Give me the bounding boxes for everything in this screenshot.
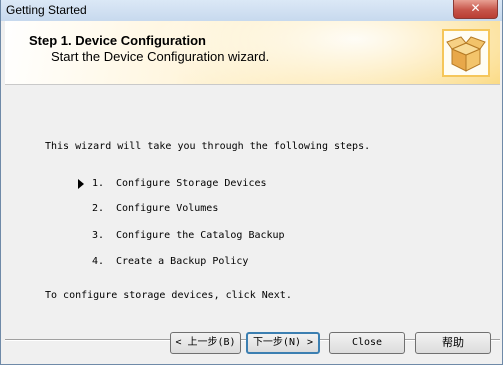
step-item: 3. Configure the Catalog Backup (92, 230, 285, 241)
package-box-icon (442, 29, 490, 77)
wizard-client-area: Step 1. Device Configuration Start the D… (5, 21, 500, 361)
window-close-button[interactable]: ✕ (453, 0, 498, 19)
step-item: 1. Configure Storage Devices (92, 178, 267, 189)
step-subtitle: Start the Device Configuration wizard. (51, 49, 270, 64)
back-button[interactable]: < 上一步(B) (170, 332, 241, 354)
close-icon: ✕ (470, 1, 481, 15)
window-title: Getting Started (6, 3, 87, 17)
step-label: Create a Backup Policy (116, 256, 249, 267)
help-button[interactable]: 帮助 (415, 332, 491, 354)
close-button[interactable]: Close (329, 332, 405, 354)
current-step-arrow-icon (78, 179, 84, 189)
next-button[interactable]: 下一步(N) > (246, 332, 320, 354)
wizard-header: Step 1. Device Configuration Start the D… (5, 21, 500, 85)
step-label: Configure Volumes (116, 203, 219, 214)
title-bar: Getting Started ✕ (1, 0, 502, 21)
step-item: 2. Configure Volumes (92, 203, 219, 214)
wizard-window: Getting Started ✕ Step 1. Device Configu… (0, 0, 503, 365)
step-item: 4. Create a Backup Policy (92, 256, 249, 267)
instruction-text: To configure storage devices, click Next… (45, 290, 292, 301)
intro-text: This wizard will take you through the fo… (45, 141, 371, 152)
step-title: Step 1. Device Configuration (29, 33, 206, 48)
step-label: Configure the Catalog Backup (116, 230, 285, 241)
step-label: Configure Storage Devices (116, 178, 267, 189)
